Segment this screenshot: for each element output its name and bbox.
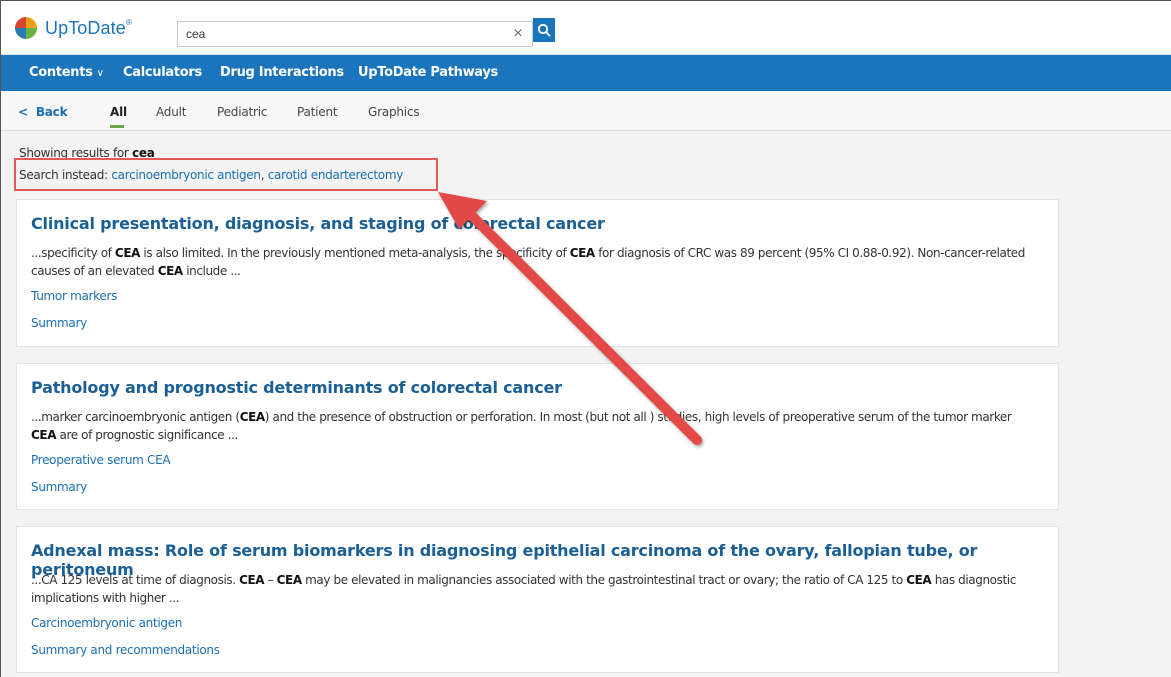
active-tab-indicator: [110, 125, 124, 128]
result-title[interactable]: Pathology and prognostic determinants of…: [31, 378, 562, 397]
uptodate-logo-icon: [15, 17, 37, 39]
tab-patient[interactable]: Patient: [297, 91, 338, 131]
result-summary-link[interactable]: Summary and recommendations: [31, 643, 220, 657]
result-section-link[interactable]: Carcinoembryonic antigen: [31, 616, 182, 630]
close-icon[interactable]: ×: [510, 25, 526, 43]
header: UpToDate® ×: [1, 1, 1171, 55]
filter-tabs: < Back All Adult Pediatric Patient Graph…: [1, 91, 1171, 131]
chevron-left-icon: <: [18, 105, 28, 119]
nav-uptodate-pathways[interactable]: UpToDate Pathways: [358, 55, 498, 91]
result-card: Pathology and prognostic determinants of…: [16, 363, 1059, 510]
chevron-down-icon: ∨: [96, 68, 104, 79]
result-snippet: ...marker carcinoembryonic antigen (CEA)…: [31, 410, 1012, 442]
nav-calculators[interactable]: Calculators: [123, 55, 202, 91]
logo-text: UpToDate®: [45, 17, 132, 38]
search-box: ×: [177, 21, 533, 47]
result-summary-link[interactable]: Summary: [31, 480, 87, 494]
logo[interactable]: UpToDate®: [15, 15, 132, 41]
result-title[interactable]: Clinical presentation, diagnosis, and st…: [31, 214, 605, 233]
annotation-highlight-box: [14, 158, 438, 191]
main-nav: Contents ∨ Calculators Drug Interactions …: [1, 55, 1171, 91]
tab-pediatric[interactable]: Pediatric: [217, 91, 267, 131]
result-section-link[interactable]: Preoperative serum CEA: [31, 453, 171, 467]
tab-graphics[interactable]: Graphics: [368, 91, 420, 131]
result-section-link[interactable]: Tumor markers: [31, 289, 117, 303]
back-button[interactable]: < Back: [18, 91, 68, 131]
nav-drug-interactions[interactable]: Drug Interactions: [220, 55, 344, 91]
result-snippet: ...CA 125 levels at time of diagnosis. C…: [31, 573, 1016, 605]
nav-contents[interactable]: Contents ∨: [29, 55, 104, 91]
tab-adult[interactable]: Adult: [156, 91, 186, 131]
search-icon: [537, 23, 551, 37]
result-card: Clinical presentation, diagnosis, and st…: [16, 199, 1059, 347]
search-button[interactable]: [533, 18, 555, 42]
search-input[interactable]: [178, 22, 498, 46]
result-card: Adnexal mass: Role of serum biomarkers i…: [16, 526, 1059, 673]
result-snippet: ...specificity of CEA is also limited. I…: [31, 246, 1025, 278]
result-summary-link[interactable]: Summary: [31, 316, 87, 330]
